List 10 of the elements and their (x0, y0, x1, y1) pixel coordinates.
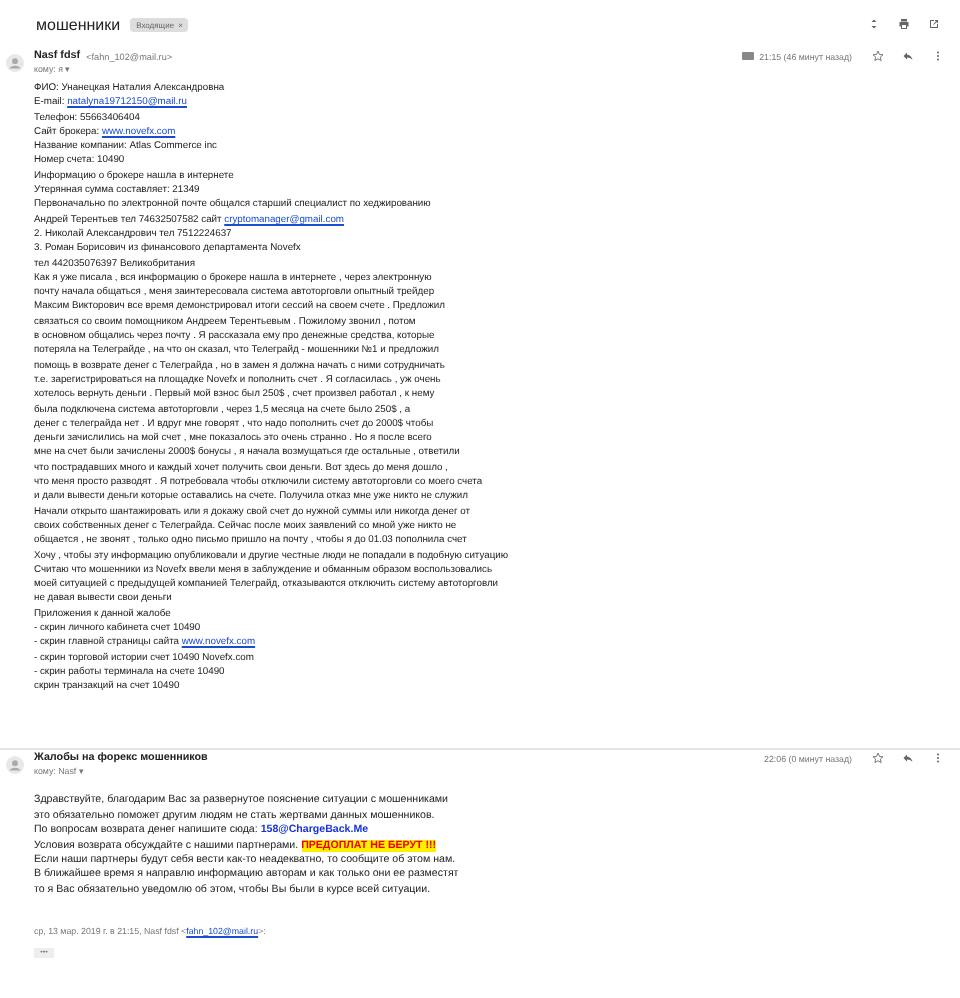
expand-icon[interactable] (868, 18, 880, 30)
reply-icon[interactable] (902, 752, 914, 765)
print-icon[interactable] (898, 18, 910, 30)
email-subject: мошенники (36, 15, 121, 33)
avatar-icon (6, 756, 24, 775)
open-new-window-icon[interactable] (928, 18, 940, 30)
star-icon[interactable] (872, 50, 884, 62)
avatar-icon (6, 54, 24, 72)
star-icon[interactable] (872, 752, 884, 765)
reply-icon[interactable] (902, 50, 914, 62)
